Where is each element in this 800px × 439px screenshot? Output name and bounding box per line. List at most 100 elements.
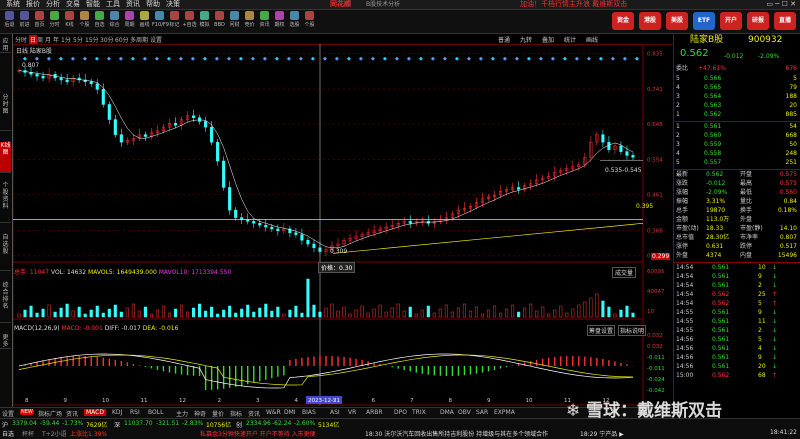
sidebar-item[interactable]: 应用 (0, 38, 11, 53)
status-item[interactable]: 私募金3分钟快速开户 开户不等待 入市更便 (200, 429, 316, 438)
menu-item[interactable]: 报价 (26, 0, 40, 9)
indicator-tab[interactable]: 指标 (230, 409, 242, 418)
toolbar-button[interactable]: 模拟 (197, 11, 212, 28)
indicator-tab[interactable]: ASI (330, 409, 340, 416)
quick-link-button[interactable]: 直播 (774, 12, 796, 30)
indicator-tab[interactable]: 设置 (2, 409, 14, 418)
toolbar-button[interactable]: 标记 (167, 11, 182, 28)
indicator-tab[interactable]: EXPMA (494, 409, 515, 416)
quick-link-button[interactable]: 美股 (666, 12, 688, 30)
indicator-tab[interactable]: W&R (266, 409, 281, 416)
indicator-tab[interactable]: SAR (476, 409, 488, 416)
indicator-tab[interactable]: 资讯 (248, 409, 260, 418)
indicator-tab[interactable]: 资讯 (66, 409, 78, 418)
chart-option[interactable]: 普通 (498, 35, 510, 44)
indicator-tab[interactable]: TRIX (412, 409, 426, 416)
indicator-tab[interactable]: 指标广场 (38, 409, 62, 418)
toolbar-button[interactable]: 周期 (122, 11, 137, 28)
indicator-tab[interactable]: DMI (284, 409, 296, 416)
period-tab[interactable]: 5分 (73, 35, 83, 44)
menu-item[interactable]: 智能 (86, 0, 100, 9)
period-tab[interactable]: 分时 (15, 35, 27, 44)
toolbar-button[interactable]: BBD (212, 11, 227, 28)
indicator-tab[interactable]: OBV (458, 409, 471, 416)
quick-link-button[interactable]: 资金 (612, 12, 634, 30)
toolbar-button[interactable]: 个股 (77, 11, 92, 28)
menu-item[interactable]: 工具 (106, 0, 120, 9)
window-controls[interactable]: ▭ ─ ☐ ✕ (766, 0, 796, 9)
indicator-tab[interactable]: VR (348, 409, 356, 416)
indicator-tab[interactable]: ARBR (366, 409, 383, 416)
indicator-tab[interactable]: BOLL (148, 409, 163, 416)
toolbar-button[interactable]: F10/F9 (152, 11, 169, 28)
toolbar-button[interactable]: 选股 (287, 11, 302, 28)
toolbar-button[interactable]: 资讯 (257, 11, 272, 28)
sidebar-item[interactable]: K线图 (0, 142, 11, 173)
indicator-help-button[interactable]: 指标说明 (618, 325, 647, 336)
menu-item[interactable]: 系统 (6, 0, 20, 9)
toolbar-button[interactable]: 竞价 (242, 11, 257, 28)
period-tab[interactable]: 设置 (150, 35, 162, 44)
toolbar-button[interactable]: 前进 (17, 11, 32, 28)
indicator-tab[interactable]: 神奇 (194, 409, 206, 418)
main-chart-title: 日线 陆家B股 (16, 48, 53, 55)
period-tab[interactable]: 多周期 (130, 35, 148, 44)
menu-item[interactable]: 交易 (66, 0, 80, 9)
status-item[interactable]: 18:30 沃尔沃汽车回收出售所持吉利股份 持增级与其在多个领域合作 (365, 429, 548, 438)
menu-item[interactable]: 帮助 (146, 0, 160, 9)
toolbar-button[interactable]: 后退 (2, 11, 17, 28)
volume-bar (354, 309, 358, 318)
volume-selector[interactable]: 成交量 (612, 267, 637, 278)
period-tab[interactable]: 年 (53, 35, 59, 44)
quick-link-button[interactable]: 开户 (720, 12, 742, 30)
toolbar-button-label: 标记 (169, 22, 180, 28)
header-ad[interactable]: 加油！千档行情主升浪 戴维斯双击 (520, 0, 627, 9)
quick-link-button[interactable]: 港股 (639, 12, 661, 30)
macd-setting-button[interactable]: 筹盘设置 (587, 325, 616, 336)
menu-item[interactable]: 分析 (46, 0, 60, 9)
indicator-tab[interactable]: MACD (84, 409, 106, 416)
chart-option[interactable]: 叠加 (542, 35, 554, 44)
quick-link-button[interactable]: ETF (693, 12, 715, 30)
indicator-tab[interactable]: 量价 (212, 409, 224, 418)
sidebar-item[interactable]: 个股资料 (0, 182, 11, 223)
toolbar-button[interactable]: 首页 (32, 11, 47, 28)
period-tab[interactable]: 30分 (100, 35, 114, 44)
toolbar-button[interactable]: 自选 (92, 11, 107, 28)
period-tab[interactable]: 1分 (61, 35, 71, 44)
period-tab[interactable]: 60分 (115, 35, 129, 44)
kline-chart-area[interactable]: 0.835 0.741 0.648 0.554 0.461 0.366 0.299 ◆ ◆ ◆ ◆ ◆… (13, 44, 673, 406)
indicator-tab[interactable]: DMA (440, 409, 454, 416)
sidebar-item[interactable]: 分时图 (0, 94, 11, 131)
indicator-tab[interactable]: 主力 (176, 409, 188, 418)
quick-link-button[interactable]: 研报 (747, 12, 769, 30)
period-tab[interactable]: 日 (29, 35, 38, 44)
indicator-tab[interactable]: BIAS (302, 409, 316, 416)
toolbar-button[interactable]: 期权 (272, 11, 287, 28)
sidebar-item[interactable]: 更多 (0, 334, 11, 349)
indicator-tab[interactable]: KDJ (112, 409, 122, 416)
indicator-tab[interactable]: RSI (130, 409, 140, 416)
candle-body (119, 134, 123, 143)
menu-item[interactable]: 决策 (166, 0, 180, 9)
chart-option[interactable]: 统计 (564, 35, 576, 44)
toolbar-button[interactable]: +自选 (182, 11, 197, 28)
period-tab[interactable]: 15分 (85, 35, 99, 44)
chart-option[interactable]: 画线 (586, 35, 598, 44)
toolbar-button[interactable]: 问财 (227, 11, 242, 28)
period-tab[interactable]: 周 (37, 35, 43, 44)
toolbar-button[interactable]: K线 (62, 11, 77, 28)
period-tab[interactable]: 月 (45, 35, 51, 44)
toolbar-button[interactable]: 画线 (137, 11, 152, 28)
toolbar-button[interactable]: 个股 (302, 11, 317, 28)
sidebar-item[interactable]: 自选股 (0, 234, 11, 271)
sidebar-item[interactable]: 综合排名 (0, 282, 11, 323)
menu-item[interactable]: 资讯 (126, 0, 140, 9)
volume-bar (541, 306, 545, 318)
indicator-tab[interactable]: DPO (394, 409, 407, 416)
toolbar-button[interactable]: 分时 (47, 11, 62, 28)
chart-option[interactable]: 九转 (520, 35, 532, 44)
indicator-tab[interactable]: NEW (20, 409, 34, 415)
toolbar-button[interactable]: 综合 (107, 11, 122, 28)
volume-tick-label: 10 (647, 309, 654, 315)
